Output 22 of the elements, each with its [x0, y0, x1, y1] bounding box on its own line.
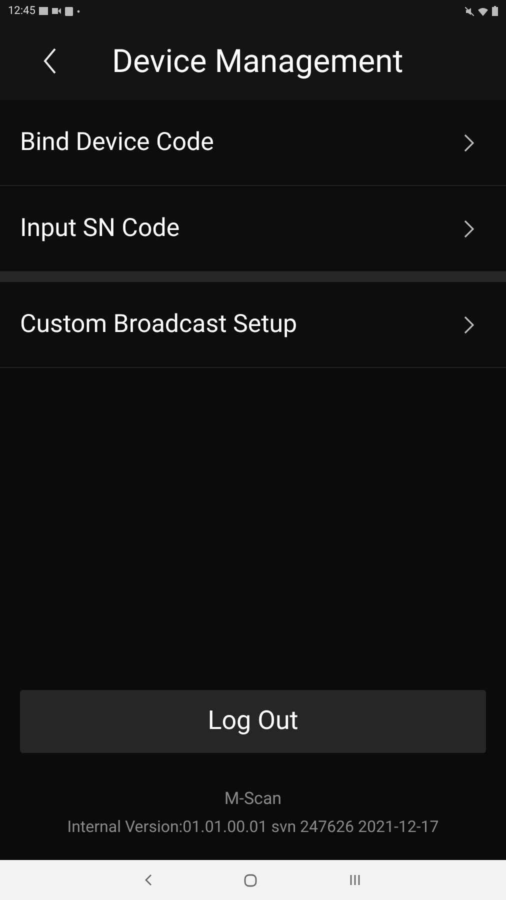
gallery-icon: [39, 7, 48, 15]
status-time: 12:45: [8, 2, 36, 19]
dot-icon: [77, 10, 80, 12]
page-title: Device Management: [112, 41, 404, 82]
battery-icon: [492, 6, 498, 16]
wifi-icon: [478, 6, 488, 16]
back-icon: [43, 48, 57, 74]
recent-apps-button[interactable]: [349, 874, 361, 886]
version-text: Internal Version:01.01.00.01 svn 247626 2021-12-17: [67, 816, 439, 838]
chevron-right-icon: [464, 220, 474, 238]
recent-apps-icon: [349, 874, 361, 886]
chevron-right-icon: [464, 316, 474, 334]
nav-back-button[interactable]: [145, 874, 152, 886]
home-icon: [244, 874, 257, 886]
video-icon: [52, 8, 62, 14]
back-icon: [145, 874, 152, 886]
app-name: M-Scan: [224, 788, 282, 811]
app-notification-icon: [65, 6, 74, 16]
log-out-button[interactable]: Log Out: [20, 690, 486, 753]
mute-icon: [465, 6, 474, 16]
chevron-right-icon: [464, 134, 474, 152]
home-button[interactable]: [244, 874, 257, 886]
